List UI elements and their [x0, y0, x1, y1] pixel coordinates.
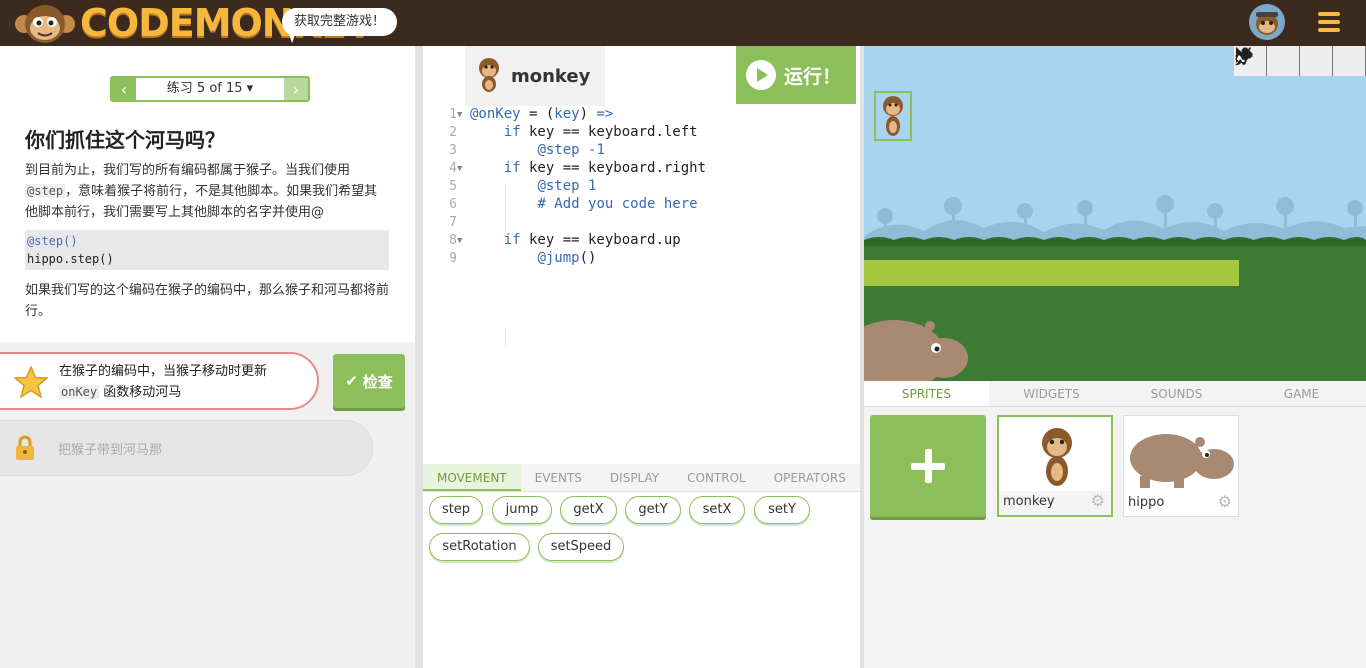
promo-bubble[interactable]: 获取完整游戏！ — [282, 8, 398, 36]
code-editor-panel: monkey 运行！ 1 ▼ @onKey = (key) => 2 if key… — [423, 46, 860, 668]
editor-sprite-tab[interactable]: monkey — [465, 46, 605, 106]
brush-icon[interactable] — [1235, 46, 1366, 76]
prev-exercise-button[interactable]: ‹ — [112, 78, 136, 100]
block-sety[interactable]: setY — [754, 496, 810, 524]
line-number: 5 — [449, 179, 457, 194]
tab-game[interactable]: GAME — [1239, 381, 1364, 406]
exercise-dropdown[interactable]: 练习 5 of 15 ▾ — [136, 78, 284, 100]
gear-icon[interactable]: ⚙ — [1218, 492, 1232, 511]
line-number: 2 — [449, 125, 457, 140]
code-area[interactable]: 1 ▼ @onKey = (key) => 2 if key == keyboar… — [423, 106, 860, 466]
line-number: 4 — [449, 161, 457, 176]
exercise-pager: ‹ 练习 5 of 15 ▾ › — [110, 76, 310, 102]
tab-widgets[interactable]: WIDGETS — [989, 381, 1114, 406]
monkey-sprite-thumbnail-icon — [1042, 428, 1072, 486]
check-mark-icon: ✔ — [345, 372, 358, 390]
game-stage[interactable] — [864, 46, 1366, 381]
play-icon — [746, 60, 776, 90]
gear-icon[interactable]: ⚙ — [1091, 491, 1105, 510]
tab-sprites[interactable]: SPRITES — [864, 381, 989, 406]
code-line-5: @step 1 — [537, 178, 597, 194]
next-exercise-button[interactable]: › — [284, 78, 308, 100]
fold-arrow-icon[interactable]: ▼ — [457, 110, 462, 120]
challenge-text: 在猴子的编码中，当猴子移动时更新 onKey 函数移动河马 — [59, 362, 267, 403]
code-example-line-1: @step() — [27, 234, 78, 248]
star-icon — [14, 366, 48, 398]
line-number: 7 — [449, 215, 457, 230]
sprite-card-hippo[interactable]: hippo ⚙ — [1123, 415, 1239, 517]
add-sprite-button[interactable] — [870, 415, 986, 517]
line-number: 6 — [449, 197, 457, 212]
block-step[interactable]: step — [429, 496, 483, 524]
challenge-text-a: 在猴子的编码中，当猴子移动时更新 — [59, 364, 268, 379]
block-setspeed[interactable]: setSpeed — [538, 533, 624, 561]
run-button-label: 运行！ — [784, 65, 842, 88]
line-number: 3 — [449, 143, 457, 158]
sprites-panel: SPRITES WIDGETS SOUNDS GAME monkey ⚙ hip… — [864, 381, 1366, 668]
line-number: 1 — [449, 107, 457, 122]
tab-control[interactable]: CONTROL — [673, 464, 760, 491]
monkey-sprite-icon — [479, 58, 499, 92]
palette-tabs: MOVEMENT EVENTS DISPLAY CONTROL OPERATOR… — [423, 464, 860, 492]
monkey-logo-icon — [15, 5, 75, 43]
sprite-card-monkey[interactable]: monkey ⚙ — [997, 415, 1113, 517]
top-bar: CODEMONKEY 获取完整游戏！ — [0, 0, 1366, 46]
para1-text-a: 到目前为止，我们写的所有编码都属于猴子。当我们使用 — [25, 163, 351, 178]
code-line-1: @onKey = (key) => — [470, 106, 614, 122]
sprite-name-monkey: monkey — [1003, 494, 1055, 509]
block-setx[interactable]: setX — [689, 496, 745, 524]
user-avatar[interactable] — [1249, 4, 1285, 40]
block-getx[interactable]: getX — [560, 496, 617, 524]
code-line-2: if key == keyboard.left — [503, 124, 698, 140]
instruction-paragraph-2: 如果我们写的这个编码在猴子的编码中，那么猴子和河马都将前行。 — [25, 283, 390, 319]
code-example: @step() hippo.step() — [25, 230, 389, 270]
panel-divider-left[interactable] — [415, 46, 423, 668]
block-setrotation[interactable]: setRotation — [429, 533, 530, 561]
fold-arrow-icon[interactable]: ▼ — [457, 164, 462, 174]
tab-operators[interactable]: OPERATORS — [760, 464, 860, 491]
code-line-8: if key == keyboard.up — [503, 232, 681, 248]
indent-guide — [505, 330, 506, 346]
instruction-paragraph-1: 到目前为止，我们写的所有编码都属于猴子。当我们使用 @step ，意味着猴子将前行，… — [25, 160, 390, 223]
tab-movement[interactable]: MOVEMENT — [423, 464, 521, 491]
move-icon[interactable] — [1235, 46, 1300, 76]
check-button-label: 检查 — [362, 372, 393, 391]
code-example-line-2: hippo.step() — [27, 252, 114, 266]
fold-arrow-icon[interactable]: ▼ — [457, 236, 462, 246]
locked-challenge-text: 把猴子带到河马那 — [58, 443, 163, 458]
check-button[interactable]: ✔ 检查 — [333, 354, 405, 408]
para1-text-b: ，意味着猴子将前行，不是其他脚本。如果我们希望其他脚本前行，我们需要写上其他脚本… — [25, 184, 378, 220]
code-line-3: @step -1 — [537, 142, 605, 158]
code-line-4: if key == keyboard.right — [503, 160, 707, 176]
instructions-card: ‹ 练习 5 of 15 ▾ › 你们抓住这个河马吗？ 到目前为止，我们写的所有… — [0, 46, 415, 342]
challenge-text-b: 函数移动河马 — [103, 385, 182, 400]
editor-sprite-name: monkey — [511, 66, 591, 87]
tab-events[interactable]: EVENTS — [521, 464, 596, 491]
instructions-panel: ‹ 练习 5 of 15 ▾ › 你们抓住这个河马吗？ 到目前为止，我们写的所有… — [0, 46, 415, 668]
lock-icon — [16, 435, 34, 460]
block-gety[interactable]: getY — [625, 496, 681, 524]
hippo-sprite-thumbnail-icon — [1130, 434, 1234, 488]
avatar-monkey-icon — [1256, 12, 1278, 35]
sprite-name-hippo: hippo — [1128, 495, 1165, 510]
instruction-title: 你们抓住这个河马吗？ — [25, 128, 225, 152]
tab-sounds[interactable]: SOUNDS — [1114, 381, 1239, 406]
line-number: 9 — [449, 251, 457, 266]
inline-code-step: @step — [25, 184, 66, 198]
code-line-6: # Add you code here — [537, 196, 698, 212]
eraser-icon[interactable] — [1235, 46, 1333, 76]
challenge-item[interactable]: 在猴子的编码中，当猴子移动时更新 onKey 函数移动河马 — [0, 352, 319, 410]
hamburger-menu-icon[interactable] — [1318, 10, 1340, 34]
inline-code-onkey: onKey — [59, 385, 100, 399]
tab-display[interactable]: DISPLAY — [596, 464, 673, 491]
stage-toolbar — [1234, 46, 1366, 76]
run-button[interactable]: 运行！ — [736, 46, 856, 104]
stage-scene — [864, 46, 1366, 381]
block-jump[interactable]: jump — [492, 496, 552, 524]
line-number: 8 — [449, 233, 457, 248]
sprite-panel-tabs: SPRITES WIDGETS SOUNDS GAME — [864, 381, 1366, 407]
path-strip — [864, 260, 1239, 286]
code-line-9: @jump() — [537, 250, 597, 266]
locked-challenge-item: 把猴子带到河马那 — [0, 420, 373, 476]
